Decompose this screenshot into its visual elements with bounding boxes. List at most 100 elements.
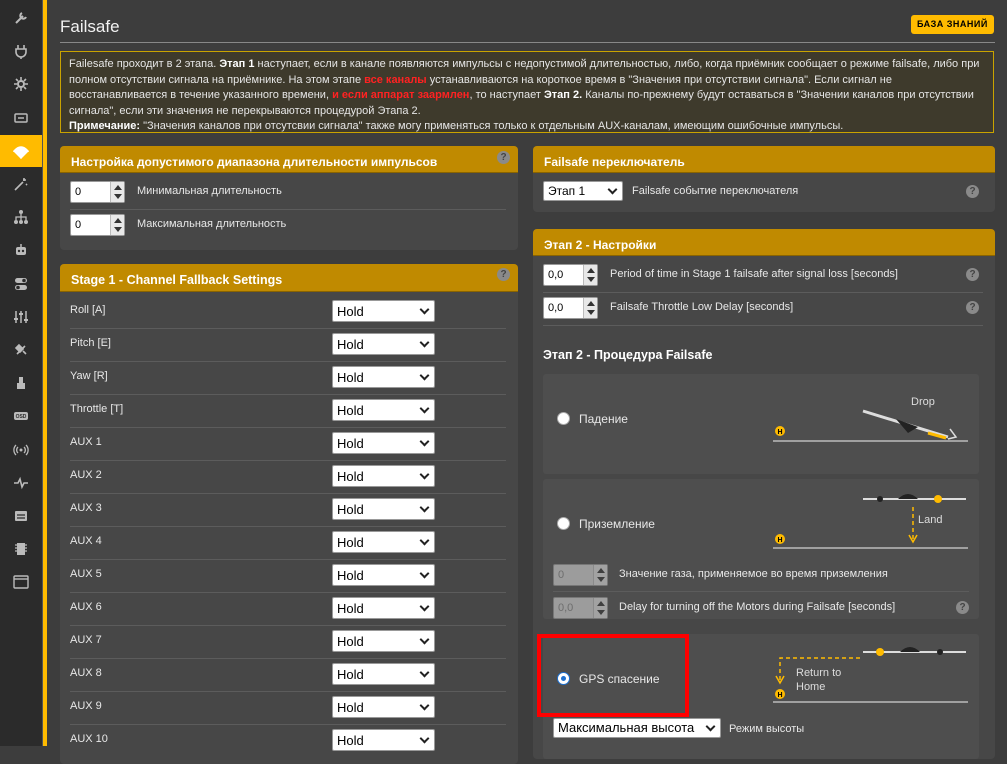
chevron-down-icon — [419, 634, 430, 645]
drop-illustration: H Drop — [773, 396, 968, 442]
sidebar-item-robot[interactable] — [0, 234, 42, 266]
sidebar-item-plug[interactable] — [0, 35, 42, 67]
land-label: Приземление — [579, 517, 655, 531]
guard-time-input[interactable]: 0,0 — [543, 264, 598, 286]
sidebar-item-wrench[interactable] — [0, 2, 42, 34]
procedure-title: Этап 2 - Процедура Failsafe — [543, 348, 713, 362]
chip-icon — [15, 543, 27, 556]
wiki-button[interactable]: БАЗА ЗНАНИЙ — [911, 15, 994, 34]
channel-label: AUX 8 — [70, 667, 102, 679]
panel-header: Failsafe переключатель — [533, 146, 995, 173]
sidebar-item-network[interactable] — [0, 201, 42, 233]
select-value: Hold — [337, 601, 364, 616]
help-icon[interactable]: ? — [497, 151, 510, 164]
select-value: Hold — [337, 667, 364, 682]
input-value: 0,0 — [548, 302, 564, 314]
channel-label: Throttle [T] — [70, 403, 124, 415]
panel-header: Этап 2 - Настройки — [533, 229, 995, 256]
channel-mode-select[interactable]: Hold — [332, 531, 435, 553]
input-value: 0,0 — [548, 269, 564, 281]
chevron-down-icon — [419, 568, 430, 579]
help-icon[interactable]: ? — [966, 268, 979, 281]
drop-caption: Drop — [911, 396, 935, 408]
help-icon[interactable]: ? — [966, 185, 979, 198]
note-text: "Значения каналов при отсутсвии сигнала"… — [140, 120, 844, 132]
land-option[interactable]: Приземление H Land 0 Значение газа, прим… — [543, 479, 979, 619]
info-note: Failesafe проходит в 2 этапа. Этап 1 нас… — [60, 51, 994, 133]
sidebar-item-toggles[interactable] — [0, 268, 42, 300]
help-icon[interactable]: ? — [956, 601, 969, 614]
channel-mode-select[interactable]: Hold — [332, 366, 435, 388]
note-bold: Этап 2. — [543, 89, 583, 101]
drop-option[interactable]: Падение H Drop — [543, 374, 979, 474]
drop-radio[interactable] — [557, 412, 570, 425]
receiver-icon — [14, 112, 28, 123]
chevron-down-icon — [607, 184, 618, 195]
sidebar-item-sliders[interactable] — [0, 301, 42, 333]
max-pulse-input[interactable]: 0 — [70, 214, 125, 236]
blackbox-icon — [15, 511, 27, 521]
altitude-mode-select[interactable]: Максимальная высота — [553, 718, 721, 738]
stepper-icon[interactable] — [110, 215, 124, 235]
sidebar-item-blackbox[interactable] — [0, 500, 42, 532]
channel-mode-select[interactable]: Hold — [332, 564, 435, 586]
sidebar-item-parachute[interactable] — [0, 134, 42, 167]
sidebar-item-chip[interactable] — [0, 533, 42, 565]
sidebar-item-satellite[interactable] — [0, 334, 42, 366]
channel-mode-select[interactable]: Hold — [332, 663, 435, 685]
motor-off-delay-label: Delay for turning off the Motors during … — [619, 601, 896, 613]
parachute-icon — [13, 146, 29, 159]
select-value: Hold — [337, 634, 364, 649]
note-bold: Этап 1 — [219, 58, 255, 70]
switch-stage-select[interactable]: Этап 1 — [543, 181, 623, 201]
stepper-icon[interactable] — [593, 565, 607, 585]
sidebar-item-osd[interactable]: OSD — [0, 400, 42, 432]
divider — [70, 394, 506, 395]
land-throttle-input[interactable]: 0 — [553, 564, 608, 586]
drop-label: Падение — [579, 412, 628, 426]
stepper-icon[interactable] — [110, 182, 124, 202]
chevron-down-icon — [419, 667, 430, 678]
channel-mode-select[interactable]: Hold — [332, 630, 435, 652]
note-red: все каналы — [364, 73, 427, 86]
home-marker-label: H — [777, 692, 782, 699]
channel-mode-select[interactable]: Hold — [332, 333, 435, 355]
channel-mode-select[interactable]: Hold — [332, 696, 435, 718]
sidebar-item-antenna[interactable] — [0, 434, 42, 466]
min-pulse-input[interactable]: 0 — [70, 181, 125, 203]
help-icon[interactable]: ? — [966, 301, 979, 314]
stepper-icon[interactable] — [583, 265, 597, 285]
help-icon[interactable]: ? — [497, 268, 510, 281]
stepper-icon[interactable] — [583, 298, 597, 318]
channel-mode-select[interactable]: Hold — [332, 399, 435, 421]
channel-mode-select[interactable]: Hold — [332, 300, 435, 322]
select-value: Hold — [337, 403, 364, 418]
throttle-delay-label: Failsafe Throttle Low Delay [seconds] — [610, 301, 794, 313]
motor-off-delay-input[interactable]: 0,0 — [553, 597, 608, 619]
land-radio[interactable] — [557, 517, 570, 530]
input-value: 0 — [558, 569, 565, 581]
land-illustration: H Land — [773, 494, 968, 549]
divider — [70, 209, 506, 210]
stepper-icon[interactable] — [593, 598, 607, 618]
satellite-icon — [14, 343, 27, 355]
channel-mode-select[interactable]: Hold — [332, 432, 435, 454]
sidebar-item-terminal[interactable] — [0, 566, 42, 598]
channel-mode-select[interactable]: Hold — [332, 729, 435, 751]
note-text: , то наступает — [469, 89, 544, 101]
throttle-delay-input[interactable]: 0,0 — [543, 297, 598, 319]
sidebar-item-magic-wand[interactable] — [0, 168, 42, 200]
plug-icon — [15, 45, 27, 60]
divider — [70, 625, 506, 626]
channel-mode-select[interactable]: Hold — [332, 597, 435, 619]
channel-mode-select[interactable]: Hold — [332, 465, 435, 487]
gps-caption-line1: Return to — [796, 667, 841, 679]
gps-caption-line2: Home — [796, 681, 825, 693]
sidebar-item-gear[interactable] — [0, 68, 42, 100]
channel-label: AUX 2 — [70, 469, 102, 481]
motor-icon — [17, 377, 25, 390]
sidebar-item-pulse[interactable] — [0, 467, 42, 499]
channel-mode-select[interactable]: Hold — [332, 498, 435, 520]
sidebar-item-receiver[interactable] — [0, 102, 42, 134]
sidebar-item-motor[interactable] — [0, 367, 42, 399]
